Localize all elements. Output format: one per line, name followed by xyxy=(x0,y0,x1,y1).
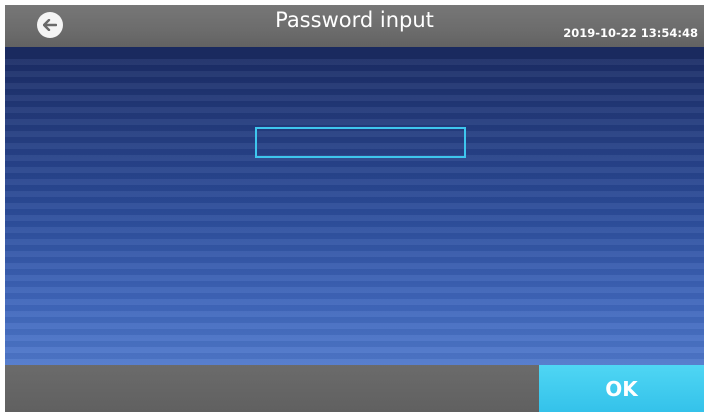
content-area xyxy=(5,47,704,365)
content-top-band xyxy=(5,47,704,59)
password-screen: Password input 2019-10-22 13:54:48 OK xyxy=(5,5,704,412)
ok-button[interactable]: OK xyxy=(539,365,704,412)
datetime-label: 2019-10-22 13:54:48 xyxy=(563,26,698,40)
password-input[interactable] xyxy=(255,127,466,158)
footer-bar: OK xyxy=(5,365,704,412)
header-bar: Password input 2019-10-22 13:54:48 xyxy=(5,5,704,47)
